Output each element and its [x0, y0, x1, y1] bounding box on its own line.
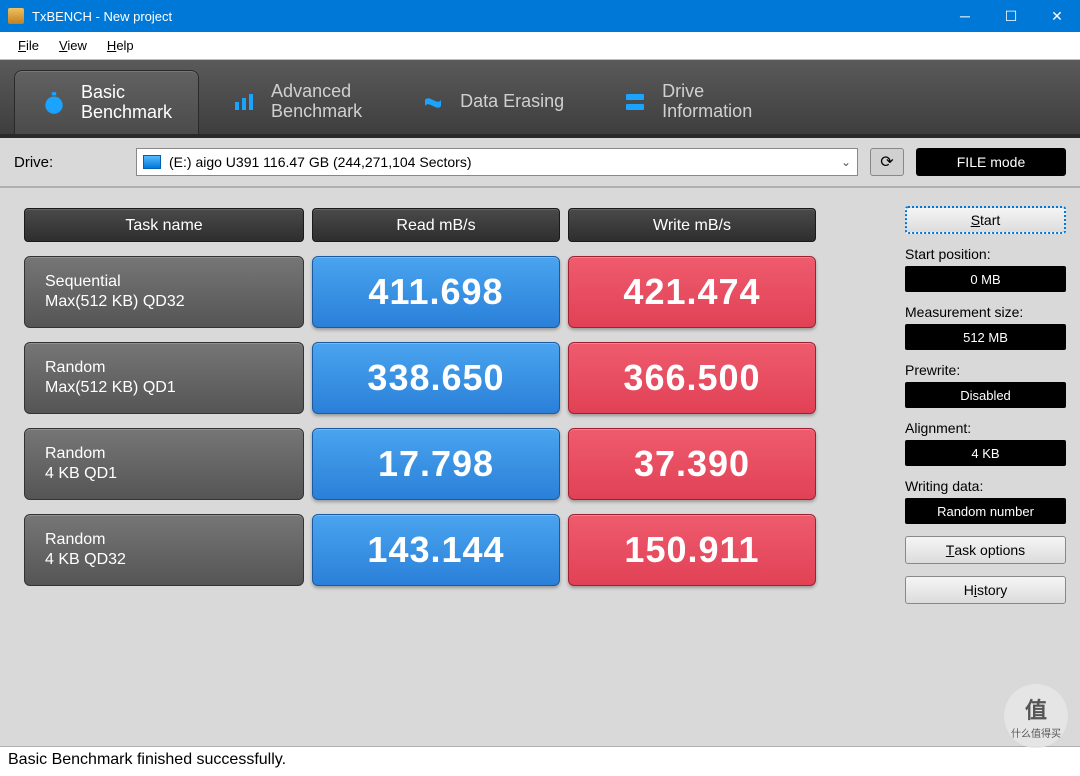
titlebar: TxBENCH - New project ─ ☐ ✕ — [0, 0, 1080, 32]
read-value: 338.650 — [312, 342, 560, 414]
writedata-value[interactable]: Random number — [905, 498, 1066, 524]
results-panel: Task name Read mB/s Write mB/s Sequentia… — [0, 188, 905, 746]
tab-label: Data Erasing — [460, 92, 564, 112]
align-value[interactable]: 4 KB — [905, 440, 1066, 466]
refresh-button[interactable]: ⟳ — [870, 148, 904, 176]
header-task: Task name — [24, 208, 304, 242]
prewrite-label: Prewrite: — [905, 362, 1066, 378]
writedata-label: Writing data: — [905, 478, 1066, 494]
watermark-icon: 值 什么值得买 — [1004, 684, 1068, 748]
task-cell[interactable]: SequentialMax(512 KB) QD32 — [24, 256, 304, 328]
history-button[interactable]: History — [905, 576, 1066, 604]
tab-label: BasicBenchmark — [81, 83, 172, 123]
sidebar: Start Start position: 0 MB Measurement s… — [905, 188, 1080, 746]
header-read: Read mB/s — [312, 208, 560, 242]
status-bar: Basic Benchmark finished successfully. — [0, 746, 1080, 776]
tab-strip: BasicBenchmark AdvancedBenchmark Data Er… — [0, 60, 1080, 138]
chevron-down-icon: ⌄ — [841, 155, 851, 169]
drive-icon — [622, 89, 648, 115]
task-cell[interactable]: Random4 KB QD32 — [24, 514, 304, 586]
menu-file[interactable]: File — [8, 35, 49, 56]
meassize-value[interactable]: 512 MB — [905, 324, 1066, 350]
tab-label: DriveInformation — [662, 82, 752, 122]
read-value: 411.698 — [312, 256, 560, 328]
tab-basic-benchmark[interactable]: BasicBenchmark — [14, 70, 199, 134]
header-write: Write mB/s — [568, 208, 816, 242]
maximize-button[interactable]: ☐ — [988, 0, 1034, 32]
menu-help[interactable]: Help — [97, 35, 144, 56]
prewrite-value[interactable]: Disabled — [905, 382, 1066, 408]
read-value: 143.144 — [312, 514, 560, 586]
minimize-button[interactable]: ─ — [942, 0, 988, 32]
task-options-button[interactable]: Task options — [905, 536, 1066, 564]
disk-icon — [143, 155, 161, 169]
bars-icon — [231, 89, 257, 115]
startpos-label: Start position: — [905, 246, 1066, 262]
startpos-value[interactable]: 0 MB — [905, 266, 1066, 292]
tab-drive-information[interactable]: DriveInformation — [596, 70, 778, 134]
erase-icon — [420, 89, 446, 115]
menubar: File View Help — [0, 32, 1080, 60]
table-row: RandomMax(512 KB) QD1 338.650 366.500 — [24, 342, 881, 414]
table-row: SequentialMax(512 KB) QD32 411.698 421.4… — [24, 256, 881, 328]
task-cell[interactable]: Random4 KB QD1 — [24, 428, 304, 500]
tab-data-erasing[interactable]: Data Erasing — [394, 70, 590, 134]
main-area: Task name Read mB/s Write mB/s Sequentia… — [0, 188, 1080, 746]
file-mode-button[interactable]: FILE mode — [916, 148, 1066, 176]
write-value: 150.911 — [568, 514, 816, 586]
align-label: Alignment: — [905, 420, 1066, 436]
read-value: 17.798 — [312, 428, 560, 500]
tab-label: AdvancedBenchmark — [271, 82, 362, 122]
write-value: 421.474 — [568, 256, 816, 328]
write-value: 37.390 — [568, 428, 816, 500]
drive-select[interactable]: (E:) aigo U391 116.47 GB (244,271,104 Se… — [136, 148, 858, 176]
task-cell[interactable]: RandomMax(512 KB) QD1 — [24, 342, 304, 414]
stopwatch-icon — [41, 90, 67, 116]
menu-view[interactable]: View — [49, 35, 97, 56]
drive-selected-text: (E:) aigo U391 116.47 GB (244,271,104 Se… — [169, 154, 471, 170]
table-header: Task name Read mB/s Write mB/s — [24, 208, 881, 242]
table-row: Random4 KB QD32 143.144 150.911 — [24, 514, 881, 586]
window-title: TxBENCH - New project — [32, 9, 942, 24]
meassize-label: Measurement size: — [905, 304, 1066, 320]
write-value: 366.500 — [568, 342, 816, 414]
table-row: Random4 KB QD1 17.798 37.390 — [24, 428, 881, 500]
app-icon — [8, 8, 24, 24]
refresh-icon: ⟳ — [880, 152, 893, 172]
tab-advanced-benchmark[interactable]: AdvancedBenchmark — [205, 70, 388, 134]
drive-label: Drive: — [14, 154, 124, 171]
start-button[interactable]: Start — [905, 206, 1066, 234]
close-button[interactable]: ✕ — [1034, 0, 1080, 32]
drive-row: Drive: (E:) aigo U391 116.47 GB (244,271… — [0, 138, 1080, 188]
